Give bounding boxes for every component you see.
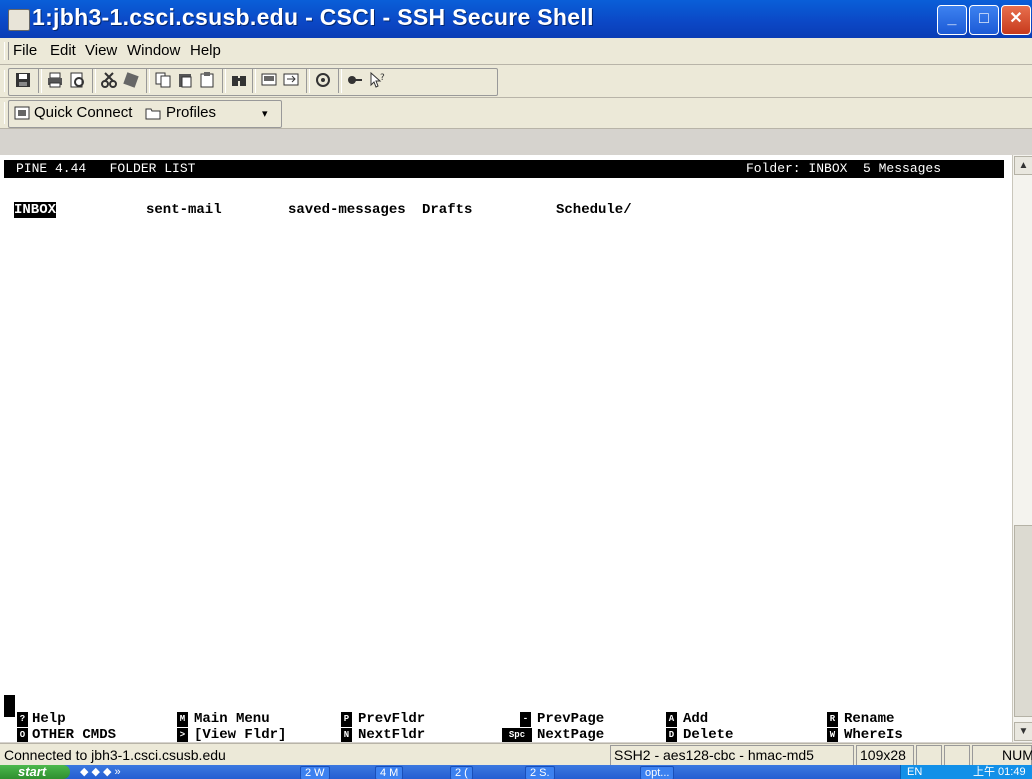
key-help: ? xyxy=(17,712,28,727)
cmd-next-folder[interactable]: NextFldr xyxy=(358,727,425,742)
key-add: A xyxy=(666,712,677,727)
key-other-cmds: O xyxy=(17,728,28,742)
settings-icon[interactable] xyxy=(314,71,332,89)
pine-header-bar: PINE 4.44 FOLDER LIST Folder: INBOX 5 Me… xyxy=(4,160,1004,178)
cmd-rename[interactable]: Rename xyxy=(844,711,894,727)
key-next-page: Spc xyxy=(502,728,532,742)
start-button[interactable]: start xyxy=(0,765,70,779)
toolbar-separator xyxy=(222,69,226,93)
key-main-menu: M xyxy=(177,712,188,727)
menu-help[interactable]: Help xyxy=(190,42,221,59)
quick-connect-button[interactable]: Quick Connect xyxy=(34,104,132,121)
file-transfer-icon[interactable] xyxy=(282,71,300,89)
print-preview-icon[interactable] xyxy=(68,71,86,89)
scroll-down-button[interactable]: ▼ xyxy=(1014,722,1032,741)
folder-saved-messages[interactable]: saved-messages xyxy=(288,202,406,218)
quick-launch-icons[interactable]: ◆ ◆ ◆ » xyxy=(80,766,121,778)
print-icon[interactable] xyxy=(46,71,64,89)
toolbar-separator xyxy=(252,69,256,93)
toolbar: ? xyxy=(0,65,1032,98)
key-next-folder: N xyxy=(341,728,352,742)
toolbar-separator xyxy=(38,69,42,93)
title-bar[interactable]: 1:jbh3-1.csci.csusb.edu - CSCI - SSH Sec… xyxy=(0,0,1032,38)
app-icon[interactable] xyxy=(8,9,30,31)
taskbar-item-word[interactable]: 2 W xyxy=(300,766,330,779)
folder-drafts[interactable]: Drafts xyxy=(422,202,472,218)
cmd-delete[interactable]: Delete xyxy=(683,727,733,742)
find-icon[interactable] xyxy=(230,71,248,89)
key-icon[interactable] xyxy=(346,71,364,89)
terminal-size: 109x28 xyxy=(860,747,906,763)
status-pane xyxy=(944,745,970,766)
copy-icon[interactable] xyxy=(154,71,172,89)
key-prev-folder: P xyxy=(341,712,352,727)
toolbar-separator xyxy=(338,69,342,93)
vertical-scrollbar[interactable]: ▲ ▼ xyxy=(1012,155,1032,742)
terminal-cursor xyxy=(4,695,15,717)
menu-window[interactable]: Window xyxy=(127,42,180,59)
window-title: 1:jbh3-1.csci.csusb.edu - CSCI - SSH Sec… xyxy=(32,4,594,30)
taskbar-item-opt[interactable]: opt... xyxy=(640,766,675,779)
maximize-button[interactable]: □ xyxy=(969,5,999,35)
grip-handle[interactable] xyxy=(4,42,9,60)
system-tray: EN 上午 01:49 xyxy=(900,765,1032,779)
cipher-status: SSH2 - aes128-cbc - hmac-md5 xyxy=(614,747,814,763)
cmd-other-cmds[interactable]: OTHER CMDS xyxy=(32,727,116,742)
menu-file[interactable]: File xyxy=(13,42,37,59)
toolbar-separator xyxy=(146,69,150,93)
cmd-main-menu[interactable]: Main Menu xyxy=(194,711,270,727)
toolbar-separator xyxy=(92,69,96,93)
folder-sent-mail[interactable]: sent-mail xyxy=(146,202,222,218)
num-lock-indicator: NUM xyxy=(1002,747,1032,763)
taskbar-item-ie[interactable]: 2 ( xyxy=(450,766,473,779)
folder-icon[interactable] xyxy=(145,106,161,120)
key-rename: R xyxy=(827,712,838,727)
connection-status: Connected to jbh3-1.csci.csusb.edu xyxy=(4,747,226,763)
close-button[interactable]: ✕ xyxy=(1001,5,1031,35)
language-indicator[interactable]: EN xyxy=(907,766,922,778)
cut-icon[interactable] xyxy=(100,71,118,89)
key-delete: D xyxy=(666,728,677,742)
toolbar-separator xyxy=(306,69,310,93)
folder-inbox[interactable]: INBOX xyxy=(14,202,57,218)
quick-connect-icon[interactable] xyxy=(14,105,30,121)
save-icon[interactable] xyxy=(14,71,32,89)
cmd-next-page[interactable]: NextPage xyxy=(537,727,604,742)
cmd-prev-page[interactable]: PrevPage xyxy=(537,711,604,727)
cmd-whereis[interactable]: WhereIs xyxy=(844,727,903,742)
cmd-help[interactable]: Help xyxy=(32,711,66,727)
quick-connect-bar: Quick Connect Profiles ▾ xyxy=(0,98,1032,129)
taskbar-item-mail[interactable]: 4 M xyxy=(375,766,404,779)
chevron-down-icon[interactable]: ▾ xyxy=(262,107,268,120)
profiles-button[interactable]: Profiles xyxy=(166,104,216,121)
menu-view[interactable]: View xyxy=(85,42,117,59)
status-bar: Connected to jbh3-1.csci.csusb.edu SSH2 … xyxy=(0,743,1032,766)
key-whereis: W xyxy=(827,728,838,742)
pine-header-left: PINE 4.44 FOLDER LIST xyxy=(16,161,196,176)
tray-clock: 上午 01:49 xyxy=(973,766,1026,778)
taskbar: start ◆ ◆ ◆ » 2 W 4 M 2 ( 2 S. opt... EN… xyxy=(0,765,1032,779)
key-view-folder: > xyxy=(177,728,188,742)
new-terminal-icon[interactable] xyxy=(260,71,278,89)
cmd-add[interactable]: Add xyxy=(683,711,708,727)
cmd-view-folder[interactable]: [View Fldr] xyxy=(194,727,286,742)
status-pane xyxy=(916,745,942,766)
folder-schedule[interactable]: Schedule/ xyxy=(556,202,632,218)
key-prev-page: - xyxy=(520,712,531,727)
minimize-button[interactable]: _ xyxy=(937,5,967,35)
paste-icon[interactable] xyxy=(176,71,194,89)
terminal-area[interactable]: PINE 4.44 FOLDER LIST Folder: INBOX 5 Me… xyxy=(0,155,1012,742)
taskbar-item-ssh[interactable]: 2 S. xyxy=(525,766,555,779)
menu-bar: File Edit View Window Help xyxy=(0,38,1032,65)
clipboard-icon[interactable] xyxy=(198,71,216,89)
menu-edit[interactable]: Edit xyxy=(50,42,76,59)
cmd-prev-folder[interactable]: PrevFldr xyxy=(358,711,425,727)
scroll-thumb[interactable] xyxy=(1014,525,1032,717)
paint-icon[interactable] xyxy=(122,71,140,89)
pine-header-right: Folder: INBOX 5 Messages xyxy=(746,161,942,176)
scroll-up-button[interactable]: ▲ xyxy=(1014,156,1032,175)
